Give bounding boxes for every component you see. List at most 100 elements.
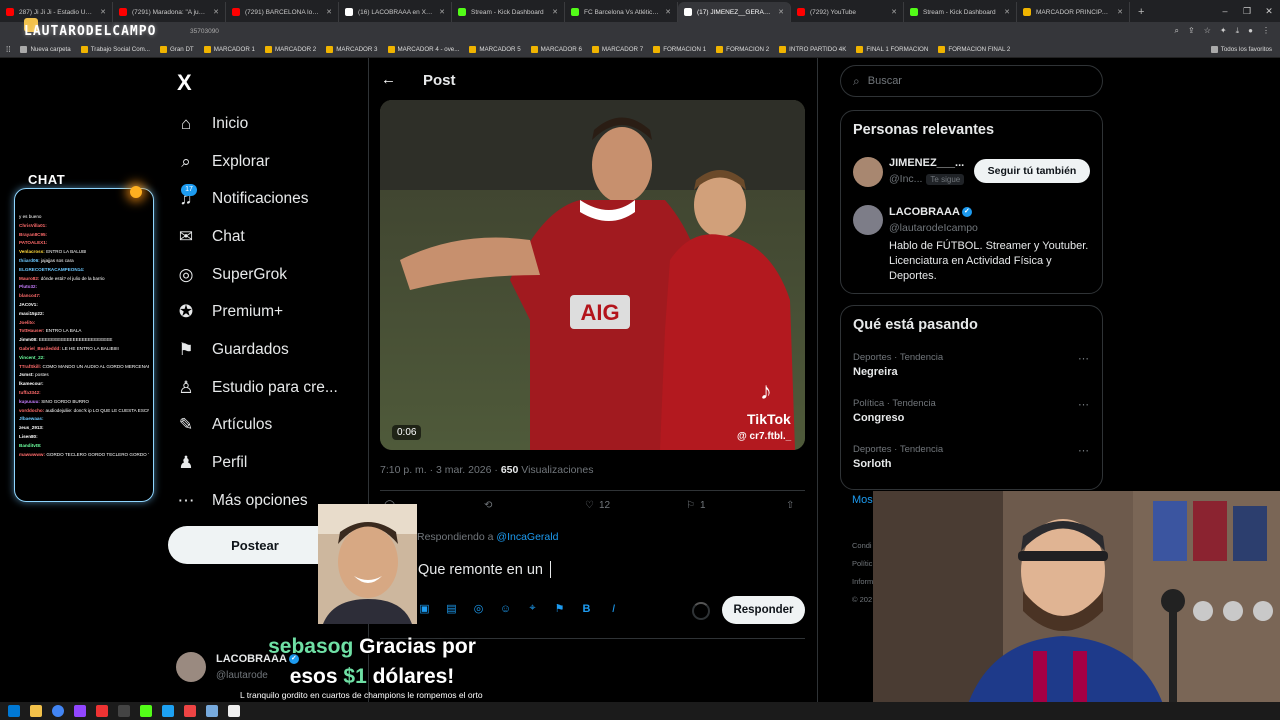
bookmark-item[interactable]: MARCADOR 5 (469, 46, 521, 53)
bookmark-item[interactable]: FINAL 1 FORMACION (856, 46, 928, 53)
replying-to-handle[interactable]: @IncaGerald (496, 531, 558, 543)
browser-tab[interactable]: (16) LACOBRAAA en X: "Barc... ✕ (339, 2, 452, 22)
bookmark-item[interactable]: MARCADOR 7 (591, 46, 643, 53)
more-icon[interactable]: ⋯ (1078, 398, 1090, 411)
browser-tab[interactable]: FC Barcelona Vs Atlético de M... ✕ (565, 2, 678, 22)
show-more-link[interactable]: Mos (852, 494, 873, 506)
app-icon[interactable] (140, 705, 152, 717)
nav-item-inicio[interactable]: ⌂ Inicio (176, 105, 338, 143)
follow-back-button[interactable]: Seguir tú también (974, 159, 1090, 183)
tab-close-icon[interactable]: ✕ (665, 8, 671, 16)
bookmark-item[interactable]: MARCADOR 4 - ove... (387, 46, 459, 53)
avatar[interactable] (853, 157, 883, 187)
download-icon[interactable]: ⤓ (1236, 26, 1240, 36)
bookmark-item[interactable]: INTRO PARTIDO 4K (779, 46, 846, 53)
folder-icon[interactable] (30, 705, 42, 717)
tab-close-icon[interactable]: ✕ (326, 8, 332, 16)
tab-close-icon[interactable]: ✕ (100, 8, 106, 16)
browser-tab[interactable]: (7292) YouTube ✕ (791, 2, 904, 22)
emoji-icon[interactable]: ☺ (499, 602, 512, 615)
flag-icon[interactable]: ⚑ (553, 602, 566, 615)
app-icon[interactable] (228, 705, 240, 717)
app-icon[interactable] (96, 705, 108, 717)
tab-close-icon[interactable]: ✕ (213, 8, 219, 16)
reply-input[interactable] (418, 560, 688, 580)
nav-item-supergrok[interactable]: ◎ SuperGrok (176, 256, 338, 294)
nav-item-explorar[interactable]: ⌕ Explorar (176, 143, 338, 181)
extension-icon[interactable]: ✦ (1220, 26, 1227, 36)
browser-tab[interactable]: 287) Ji Ji Ji - Estadio Único de... ✕ (0, 2, 113, 22)
app-icon[interactable] (184, 705, 196, 717)
bookmark-item[interactable]: MARCADOR 2 (264, 46, 316, 53)
search-input[interactable] (867, 75, 1068, 87)
start-icon[interactable] (8, 705, 20, 717)
share-icon[interactable]: ⇪ (1188, 26, 1195, 36)
browser-tab[interactable]: MARCADOR PRINCIPAL - ove... ✕ (1017, 2, 1130, 22)
close-window-icon[interactable]: ✕ (1258, 0, 1280, 22)
nav-item-perfil[interactable]: ♟ Perfil (176, 444, 338, 482)
maximize-icon[interactable]: ❐ (1236, 0, 1258, 22)
trend-name[interactable]: Sorloth (853, 458, 892, 470)
bookmark-item[interactable]: FORMACION 1 (653, 46, 706, 53)
apps-icon[interactable]: ⁞⁞ (6, 45, 10, 54)
italic-icon[interactable]: I (607, 602, 620, 615)
tab-close-icon[interactable]: ✕ (1117, 8, 1123, 16)
trend-name[interactable]: Congreso (853, 412, 904, 424)
image-icon[interactable]: ▣ (418, 602, 431, 615)
bookmark-item[interactable]: FORMACION FINAL 2 (938, 46, 1010, 53)
bookmark-item[interactable]: Gran DT (159, 46, 194, 53)
browser-tab[interactable]: (7291) Maradona: "A jugar" a... ✕ (113, 2, 226, 22)
nav-item-m-s-opciones[interactable]: ⋯ Más opciones (176, 482, 338, 520)
tab-close-icon[interactable]: ✕ (552, 8, 558, 16)
star-icon[interactable]: ☆ (1204, 26, 1211, 36)
browser-tab[interactable]: (7291) BARCELONA logró RE... ✕ (226, 2, 339, 22)
chrome-icon[interactable] (52, 705, 64, 717)
person-name[interactable]: LACOBRAAA ✓ (889, 206, 972, 218)
nav-item-guardados[interactable]: ⚑ Guardados (176, 331, 338, 369)
nav-item-art-culos[interactable]: ✎ Artículos (176, 407, 338, 445)
bookmark-item[interactable]: MARCADOR 3 (326, 46, 378, 53)
x-logo[interactable]: X (177, 70, 192, 96)
bookmark-item[interactable]: MARCADOR 1 (203, 46, 255, 53)
app-icon[interactable] (162, 705, 174, 717)
app-icon[interactable] (74, 705, 86, 717)
bookmark-action[interactable]: ⚐ 1 (686, 500, 706, 511)
tab-close-icon[interactable]: ✕ (891, 8, 897, 16)
nav-item-estudio-para-cre-[interactable]: ♙ Estudio para cre... (176, 369, 337, 407)
browser-tab[interactable]: Stream - Kick Dashboard ✕ (904, 2, 1017, 22)
new-tab-button[interactable]: + (1130, 2, 1152, 22)
browser-tab[interactable]: (17) JIMENEZ__GERALD en X: ✕ (678, 2, 791, 22)
repost-action[interactable]: ⟲ (484, 500, 492, 511)
bookmark-item[interactable]: MARCADOR 6 (530, 46, 582, 53)
share-action[interactable]: ⇧ (786, 500, 794, 511)
location-icon[interactable]: ⌖ (526, 602, 539, 615)
minimize-icon[interactable]: – (1214, 0, 1236, 22)
account-avatar[interactable] (176, 652, 206, 682)
back-arrow-icon[interactable]: ← (381, 71, 396, 88)
menu-icon[interactable]: ⋮ (1262, 26, 1270, 36)
grok-icon[interactable]: ◎ (472, 602, 485, 615)
avatar[interactable] (853, 205, 883, 235)
search-box[interactable]: ⌕ (840, 65, 1103, 97)
app-icon[interactable] (206, 705, 218, 717)
url-text[interactable]: 35703090 (190, 28, 219, 35)
bookmark-item[interactable]: Nueva carpeta (20, 46, 71, 53)
bold-icon[interactable]: B (580, 602, 593, 615)
video-player[interactable]: AIG (380, 100, 805, 450)
app-icon[interactable] (118, 705, 130, 717)
bookmark-item[interactable]: FORMACION 2 (716, 46, 769, 53)
tab-close-icon[interactable]: ✕ (778, 8, 784, 16)
all-bookmarks[interactable]: Todos los favoritos (1210, 46, 1272, 53)
gif-icon[interactable]: ▤ (445, 602, 458, 615)
nav-item-notificaciones[interactable]: ♫ Notificaciones (176, 180, 338, 218)
tab-close-icon[interactable]: ✕ (1004, 8, 1010, 16)
bookmark-item[interactable]: Trabajo Social Com... (80, 46, 150, 53)
nav-item-premium-[interactable]: ✪ Premium+ (176, 293, 338, 331)
browser-tab[interactable]: Stream - Kick Dashboard ✕ (452, 2, 565, 22)
like-action[interactable]: ♡ 12 (585, 500, 610, 511)
tab-close-icon[interactable]: ✕ (439, 8, 445, 16)
profile-icon[interactable]: ● (1248, 26, 1253, 36)
more-icon[interactable]: ⋯ (1078, 352, 1090, 365)
more-icon[interactable]: ⋯ (1078, 444, 1090, 457)
person-name[interactable]: JIMENEZ___... (889, 157, 964, 169)
